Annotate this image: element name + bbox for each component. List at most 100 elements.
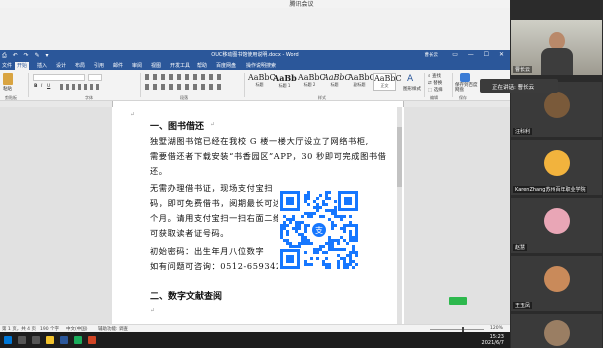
para2-line2[interactable]: 码，即可免费借书，阅期最长可达两 — [150, 197, 291, 209]
participant-name: 曹长云 — [513, 66, 533, 73]
screen-share-indicator[interactable] — [449, 297, 467, 305]
start-menu-icon[interactable] — [4, 336, 12, 344]
paste-button[interactable]: 粘贴 — [3, 86, 12, 92]
divider — [140, 73, 141, 97]
para2-line4[interactable]: 可获取读者证号码。 — [150, 227, 229, 239]
underline-button[interactable]: U — [47, 84, 50, 89]
participant-name: 王玉凤 — [513, 302, 533, 309]
font-size-box[interactable] — [88, 74, 102, 81]
para2-line1[interactable]: 无需办理借书证，现场支付宝扫 — [150, 182, 273, 194]
para2-line3[interactable]: 个月。请用支付宝扫一扫右面二维码 — [150, 212, 291, 224]
document-area[interactable]: ↵ 一、图书借还 ↵ 独墅湖图书馆已经在我校 G 楼一楼大厅设立了网络书柜, 需… — [0, 107, 510, 324]
text-style-icon[interactable]: A — [407, 74, 417, 84]
para1-line2[interactable]: 需要借还者下载安装“书香园区”APP，30 秒即可完成图书借 — [150, 150, 386, 162]
tab-insert[interactable]: 插入 — [37, 62, 47, 69]
style-heading1[interactable]: AaBb 标题 1 — [273, 73, 297, 91]
vertical-scrollbar[interactable] — [397, 107, 402, 324]
tab-mailings[interactable]: 邮件 — [113, 62, 123, 69]
participant-tile[interactable]: KarenZhang苏州百年职业学院 — [511, 140, 602, 195]
tab-design[interactable]: 设计 — [56, 62, 66, 69]
participants-panel: 曹长云 汪科利 KarenZhang苏州百年职业学院 赵慧 王玉凤 — [510, 0, 603, 348]
find-label: 查找 — [431, 74, 441, 79]
list-buttons[interactable] — [145, 74, 225, 80]
replace-button[interactable]: ⇄ 替换 — [428, 80, 442, 86]
tab-references[interactable]: 引用 — [94, 62, 104, 69]
ribbon-tabs: 文件 开始 插入 设计 布局 引用 邮件 审阅 视图 开发工具 帮助 百度网盘 … — [0, 61, 510, 70]
window-controls[interactable]: ▭ — ☐ ✕ — [452, 51, 504, 58]
style-subtitle[interactable]: AaBbC 副标题 — [348, 73, 376, 91]
signed-in-user[interactable]: 曹长云 — [425, 52, 439, 58]
word-title-bar: ⎙ ↶ ↷ ✎ ▾ OUC移动图书馆使用说明.docx - Word 曹长云 ▭… — [0, 50, 510, 61]
avatar — [544, 92, 570, 118]
style-heading2[interactable]: AaBbC 标题 2 — [298, 73, 326, 91]
word-taskbar-icon[interactable] — [60, 336, 68, 344]
find-button[interactable]: ⌕ 查找 — [428, 73, 441, 79]
svg-text:支: 支 — [315, 225, 323, 235]
style-sample: AaBbC — [374, 74, 402, 83]
font-name-box[interactable] — [33, 74, 85, 81]
zoom-slider[interactable] — [430, 329, 484, 330]
font-format-buttons[interactable] — [60, 84, 100, 90]
style-title[interactable]: AaBbC 标题 — [248, 73, 276, 91]
style-normal[interactable]: AaBbC 正文 — [373, 73, 402, 91]
alipay-qr-code-image[interactable]: 支 — [278, 189, 360, 271]
para3-line1[interactable]: 初始密码：出生年月八位数字 — [150, 245, 264, 257]
style-sample: AaBbC — [298, 73, 326, 82]
replace-label: 替换 — [433, 81, 443, 86]
scrollbar-thumb[interactable] — [397, 127, 402, 187]
speaking-label: 正在讲话: 曹长云 — [492, 85, 535, 91]
task-view-icon[interactable] — [32, 336, 40, 344]
app-taskbar-icon[interactable] — [88, 336, 96, 344]
speaking-indicator: 正在讲话: 曹长云 — [480, 79, 558, 93]
participant-tile[interactable]: 曹长云 — [511, 20, 602, 75]
word-window: ⎙ ↶ ↷ ✎ ▾ OUC移动图书馆使用说明.docx - Word 曹长云 ▭… — [0, 50, 510, 332]
italic-button[interactable]: I — [41, 84, 42, 89]
para3-line2[interactable]: 如有问题可咨询：0512-65934206 — [150, 260, 293, 272]
tab-home[interactable]: 开始 — [15, 62, 30, 70]
save-to-baidu-button[interactable]: 保存到百度网盘 — [455, 83, 479, 93]
ribbon-home: 粘贴 剪贴板 B I U 字体 段落 AaBbC 标题 AaBb 标题 1 Aa… — [0, 70, 510, 101]
style-title-2[interactable]: AaBbC 标题 — [323, 73, 351, 91]
heading-digital-resources[interactable]: 二、数字文献查阅 — [150, 289, 222, 302]
tab-view[interactable]: 视图 — [151, 62, 161, 69]
style-name: 标题 2 — [303, 82, 316, 87]
tab-baidu-netdisk[interactable]: 百度网盘 — [216, 62, 236, 69]
avatar — [544, 320, 570, 346]
style-sample: AaBb — [273, 73, 297, 83]
paste-icon[interactable] — [3, 73, 13, 85]
speaker-body — [541, 48, 573, 75]
participant-tile[interactable]: 王玉凤 — [511, 256, 602, 311]
tell-me-search[interactable]: 操作说明搜索 — [246, 62, 276, 69]
tab-developer[interactable]: 开发工具 — [170, 62, 190, 69]
style-sample: AaBbC — [248, 73, 276, 82]
bold-button[interactable]: B — [34, 84, 37, 89]
windows-taskbar: 15:23 2021/6/7 — [0, 332, 510, 348]
tab-review[interactable]: 审阅 — [132, 62, 142, 69]
tab-file[interactable]: 文件 — [2, 62, 12, 69]
select-button[interactable]: ⬚ 选择 — [428, 87, 443, 93]
screen: 腾讯会议 ⎙ ↶ ↷ ✎ ▾ OUC移动图书馆使用说明.docx - Word … — [0, 0, 603, 348]
para1-line1[interactable]: 独墅湖图书馆已经在我校 G 楼一楼大厅设立了网络书柜, — [150, 135, 369, 147]
file-explorer-icon[interactable] — [46, 336, 54, 344]
participant-tile[interactable]: 赵慧 — [511, 198, 602, 253]
avatar — [544, 208, 570, 234]
participant-tile[interactable] — [511, 314, 602, 348]
paragraph-mark: ↵ — [150, 307, 156, 314]
alignment-buttons[interactable] — [145, 84, 225, 90]
baidu-netdisk-icon[interactable] — [460, 73, 470, 82]
heading-book-lending[interactable]: 一、图书借还 — [150, 119, 204, 132]
style-name: 正文 — [380, 83, 389, 88]
tab-layout[interactable]: 布局 — [75, 62, 85, 69]
para1-line3[interactable]: 还。 — [150, 165, 168, 177]
tab-help[interactable]: 帮助 — [197, 62, 207, 69]
system-clock[interactable]: 15:23 2021/6/7 — [482, 334, 504, 346]
document-page[interactable]: ↵ 一、图书借还 ↵ 独墅湖图书馆已经在我校 G 楼一楼大厅设立了网络书柜, 需… — [112, 107, 404, 324]
search-icon[interactable] — [18, 336, 26, 344]
zoom-level[interactable]: 120% — [490, 326, 503, 331]
style-sample: AaBbC — [323, 73, 351, 82]
word-status-bar: 第 1 页，共 4 页 190 个字 中文(中国) 辅助功能: 调查 120% — [0, 324, 510, 332]
style-sample: AaBbC — [348, 73, 376, 82]
meeting-taskbar-icon[interactable] — [74, 336, 82, 344]
text-style-button[interactable]: 图形样式 — [403, 86, 421, 92]
clock-date: 2021/6/7 — [481, 340, 504, 346]
